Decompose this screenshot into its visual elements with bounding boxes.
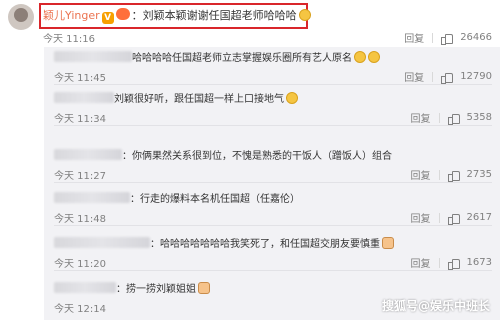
like-icon[interactable] [447, 213, 460, 225]
like-count: 2617 [466, 212, 492, 223]
like-count: 1673 [466, 257, 492, 268]
main-comment: 颖儿Yinger V ：刘颖本颖谢谢任国超老师哈哈哈 今天 11:16 回复 264… [0, 0, 500, 46]
username[interactable] [54, 149, 122, 160]
divider [54, 225, 492, 226]
watermark: 搜狐号@娱乐中班长 [381, 299, 490, 313]
reply-item: ：哈哈哈哈哈哈哈我笑死了，和任国超交朋友要慎重 今天 11:20 回复 1673 [44, 233, 500, 271]
timestamp: 今天 11:34 [54, 114, 106, 125]
reply-actions: 回复 12790 [404, 69, 492, 84]
timestamp: 今天 11:20 [54, 259, 106, 270]
reply-button[interactable]: 回复 [411, 210, 431, 225]
reply-line: ：捞一捞刘颖姐姐 [54, 282, 210, 298]
divider [438, 257, 440, 268]
comment-text: ：刘颖本颖谢谢任国超老师哈哈哈 [131, 9, 297, 22]
reply-item: 哈哈哈哈任国超老师立志掌握娱乐圈所有艺人原名 今天 11:45 回复 12790 [44, 47, 500, 85]
reply-button[interactable]: 回复 [404, 69, 424, 84]
reply-item: ：你俩果然关系很到位，不愧是熟悉的干饭人（蹭饭人）组合 今天 11:27 回复 … [44, 145, 500, 183]
reply-text: ：哈哈哈哈哈哈哈我笑死了，和任国超交朋友要慎重 [150, 239, 380, 250]
reply-text: 哈哈哈哈任国超老师立志掌握娱乐圈所有艺人原名 [132, 53, 352, 64]
timestamp: 今天 11:45 [54, 73, 106, 84]
divider [432, 71, 434, 82]
reply-line: ：行走的爆料本名机任国超（任嘉伦） [54, 192, 300, 208]
reply-actions: 回复 2735 [411, 167, 492, 182]
vip-badge-icon [115, 8, 130, 20]
reply-actions: 回复 2617 [411, 210, 492, 225]
reply-text: ：你俩果然关系很到位，不愧是熟悉的干饭人（蹭饭人）组合 [122, 151, 392, 162]
cat-emoji-icon [198, 282, 210, 294]
username[interactable] [54, 92, 114, 103]
timestamp: 今天 11:48 [54, 214, 106, 225]
divider [438, 212, 440, 223]
reply-button[interactable]: 回复 [411, 255, 431, 270]
divider [54, 182, 492, 183]
reply-line: ：哈哈哈哈哈哈哈我笑死了，和任国超交朋友要慎重 [54, 237, 394, 253]
divider [54, 270, 492, 271]
username[interactable] [54, 237, 150, 248]
reply-button[interactable]: 回复 [404, 30, 424, 45]
divider [54, 84, 492, 85]
avatar[interactable] [8, 4, 34, 30]
reply-text: 刘颖很好听，跟任国超一样上口接地气 [114, 94, 284, 105]
like-count: 12790 [460, 71, 492, 82]
reply-item: ：行走的爆料本名机任国超（任嘉伦） 今天 11:48 回复 2617 [44, 188, 500, 226]
like-icon[interactable] [447, 113, 460, 125]
reply-text: ：捞一捞刘颖姐姐 [116, 284, 196, 295]
reply-button[interactable]: 回复 [411, 110, 431, 125]
timestamp: 今天 11:27 [54, 171, 106, 182]
divider [54, 125, 492, 126]
reply-line: 哈哈哈哈任国超老师立志掌握娱乐圈所有艺人原名 [54, 51, 380, 67]
like-icon[interactable] [447, 258, 460, 270]
timestamp: 今天 12:14 [54, 304, 106, 315]
timestamp: 今天 11:16 [43, 34, 95, 45]
like-count: 5358 [466, 112, 492, 123]
username[interactable] [54, 51, 132, 62]
like-icon[interactable] [441, 33, 454, 45]
reply-list: 哈哈哈哈任国超老师立志掌握娱乐圈所有艺人原名 今天 11:45 回复 12790… [44, 47, 500, 320]
laugh-emoji-icon [298, 9, 311, 21]
reply-actions: 回复 5358 [411, 110, 492, 125]
like-count: 26466 [460, 32, 492, 43]
username[interactable] [54, 192, 130, 203]
divider [432, 32, 434, 43]
reply-line: ：你俩果然关系很到位，不愧是熟悉的干饭人（蹭饭人）组合 [54, 149, 392, 165]
reply-line: 刘颖很好听，跟任国超一样上口接地气 [54, 92, 298, 108]
like-icon[interactable] [447, 170, 460, 182]
laugh-cry-emoji-icon [368, 51, 380, 63]
reply-button[interactable]: 回复 [411, 167, 431, 182]
like-count: 2735 [466, 169, 492, 180]
cat-emoji-icon [382, 237, 394, 249]
verified-badge-icon: V [101, 12, 114, 24]
thumbs-up-emoji-icon [286, 92, 298, 104]
author-name[interactable]: 颖儿Yinger [43, 9, 100, 22]
comment-actions: 回复 26466 [404, 30, 492, 45]
like-icon[interactable] [441, 72, 454, 84]
main-comment-line: 颖儿Yinger V ：刘颖本颖谢谢任国超老师哈哈哈 [43, 8, 311, 24]
reply-item: 刘颖很好听，跟任国超一样上口接地气 今天 11:34 回复 5358 [44, 88, 500, 126]
divider [438, 112, 440, 123]
divider [438, 169, 440, 180]
username[interactable] [54, 282, 116, 293]
laugh-cry-emoji-icon [354, 51, 366, 63]
reply-actions: 回复 1673 [411, 255, 492, 270]
reply-text: ：行走的爆料本名机任国超（任嘉伦） [130, 194, 300, 205]
